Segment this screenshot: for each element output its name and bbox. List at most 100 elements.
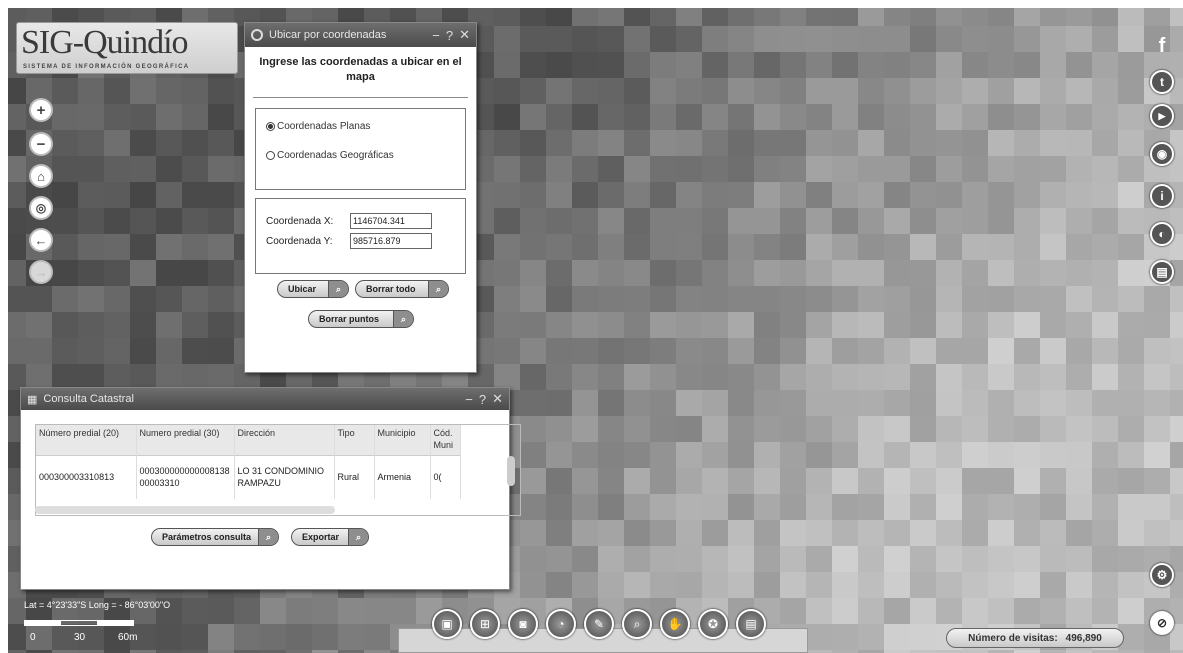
- map-tile: [884, 520, 910, 546]
- map-tile: [650, 104, 676, 130]
- map-tile: [1118, 494, 1144, 520]
- facebook-icon[interactable]: f: [1150, 34, 1174, 58]
- map-tile: [832, 442, 858, 468]
- map-tile: [208, 234, 234, 260]
- map-tile: [936, 130, 962, 156]
- ubicar-label: Ubicar: [288, 284, 317, 294]
- minimize-icon[interactable]: −: [432, 28, 440, 43]
- radio-coordenadas-geograficas[interactable]: Coordenadas Geográficas: [266, 150, 455, 161]
- ubicar-button[interactable]: Ubicar ⌕: [277, 280, 349, 298]
- map-tile: [494, 182, 520, 208]
- map-tile: [104, 234, 130, 260]
- map-tile: [1066, 312, 1092, 338]
- map-tile: [624, 546, 650, 572]
- column-header[interactable]: Número predial (20): [36, 425, 137, 455]
- visits-label: Número de visitas:: [968, 632, 1058, 644]
- map-tile: [702, 338, 728, 364]
- map-tile: [130, 260, 156, 286]
- layers-icon[interactable]: ◐: [1150, 222, 1174, 246]
- measure-icon[interactable]: ◔: [546, 609, 576, 639]
- map-tile: [988, 598, 1014, 624]
- map-tile: [1092, 286, 1118, 312]
- map-tile: [78, 312, 104, 338]
- map-tile: [884, 416, 910, 442]
- help-icon[interactable]: ?: [446, 28, 453, 43]
- map-tile: [910, 546, 936, 572]
- twitter-icon[interactable]: t: [1150, 70, 1174, 94]
- map-tile: [572, 52, 598, 78]
- map-tile: [754, 468, 780, 494]
- map-tile: [520, 416, 546, 442]
- map-tile: [312, 624, 338, 650]
- map-tile: [702, 572, 728, 598]
- catastral-table-viewport[interactable]: Número predial (20) Numero predial (30) …: [35, 424, 521, 516]
- catastral-dialog-title: Consulta Catastral: [43, 393, 134, 405]
- map-tile: [806, 130, 832, 156]
- map-tile: [650, 234, 676, 260]
- horizontal-scrollbar[interactable]: [35, 506, 335, 514]
- radio-unselected-icon: [266, 151, 275, 160]
- map-tile: [624, 390, 650, 416]
- map-tile: [520, 52, 546, 78]
- map-tile: [1014, 494, 1040, 520]
- add-layer-icon[interactable]: ⊞: [470, 609, 500, 639]
- table-row[interactable]: 000300003310813 000300000000008138000033…: [36, 454, 461, 499]
- zoom-out-icon[interactable]: −: [29, 132, 53, 156]
- map-tile: [676, 234, 702, 260]
- map-tile: [858, 130, 884, 156]
- globe-icon[interactable]: ◉: [1150, 142, 1174, 166]
- print-icon[interactable]: ▣: [432, 609, 462, 639]
- catastral-dialog-titlebar[interactable]: ▦ Consulta Catastral − ? ✕: [21, 388, 509, 410]
- map-tile: [884, 546, 910, 572]
- column-header[interactable]: Cód. Muni: [430, 425, 461, 455]
- column-header[interactable]: Tipo: [334, 425, 375, 455]
- home-icon[interactable]: ⌂: [29, 164, 53, 188]
- coord-dialog-title: Ubicar por coordenadas: [269, 29, 387, 41]
- zoom-in-icon[interactable]: +: [29, 98, 53, 122]
- settings-icon[interactable]: ⚙: [1150, 563, 1174, 587]
- forward-arrow-icon[interactable]: →: [29, 260, 53, 284]
- youtube-icon[interactable]: ▶: [1150, 104, 1174, 128]
- map-tile: [676, 52, 702, 78]
- map-tile: [832, 416, 858, 442]
- borrar-puntos-button[interactable]: Borrar puntos ⌕: [308, 310, 414, 328]
- close-icon[interactable]: ✕: [459, 27, 470, 43]
- close-icon[interactable]: ✕: [492, 391, 503, 407]
- map-tile: [910, 52, 936, 78]
- coord-input-group: Coordenada X: Coordenada Y:: [255, 198, 466, 274]
- table-icon[interactable]: ▤: [736, 609, 766, 639]
- parametros-consulta-button[interactable]: Parámetros consulta ⌕: [151, 528, 279, 546]
- hand-icon[interactable]: ✋: [660, 609, 690, 639]
- map-tile: [988, 468, 1014, 494]
- map-tile: [988, 312, 1014, 338]
- column-header[interactable]: Municipio: [374, 425, 431, 455]
- map-tile: [624, 520, 650, 546]
- map-tile: [884, 598, 910, 624]
- back-arrow-icon[interactable]: ←: [29, 228, 53, 252]
- coord-x-input[interactable]: [350, 213, 432, 229]
- help-icon[interactable]: ?: [479, 392, 486, 407]
- map-tile: [156, 286, 182, 312]
- map-tile: [364, 598, 390, 624]
- compass-icon[interactable]: ✪: [698, 609, 728, 639]
- document-icon[interactable]: ▤: [1150, 260, 1174, 284]
- camera-icon[interactable]: ◙: [508, 609, 538, 639]
- map-tile: [910, 234, 936, 260]
- column-header[interactable]: Numero predial (30): [136, 425, 235, 455]
- map-tile: [1040, 572, 1066, 598]
- exportar-button[interactable]: Exportar ⌕: [291, 528, 369, 546]
- borrar-todo-button[interactable]: Borrar todo ⌕: [355, 280, 449, 298]
- vertical-scrollbar[interactable]: [507, 456, 515, 486]
- info-icon[interactable]: i: [1150, 184, 1174, 208]
- hide-eye-icon[interactable]: ⊘: [1150, 611, 1174, 635]
- coord-y-input[interactable]: [350, 233, 432, 249]
- map-tile: [988, 104, 1014, 130]
- radio-coordenadas-planas[interactable]: Coordenadas Planas: [266, 121, 455, 132]
- search-map-icon[interactable]: ⌕: [622, 609, 652, 639]
- coord-dialog-titlebar[interactable]: Ubicar por coordenadas − ? ✕: [245, 23, 476, 47]
- map-tile: [494, 156, 520, 182]
- locate-icon[interactable]: ◎: [29, 196, 53, 220]
- minimize-icon[interactable]: −: [465, 392, 473, 407]
- column-header[interactable]: Dirección: [234, 425, 335, 455]
- draw-icon[interactable]: ✎: [584, 609, 614, 639]
